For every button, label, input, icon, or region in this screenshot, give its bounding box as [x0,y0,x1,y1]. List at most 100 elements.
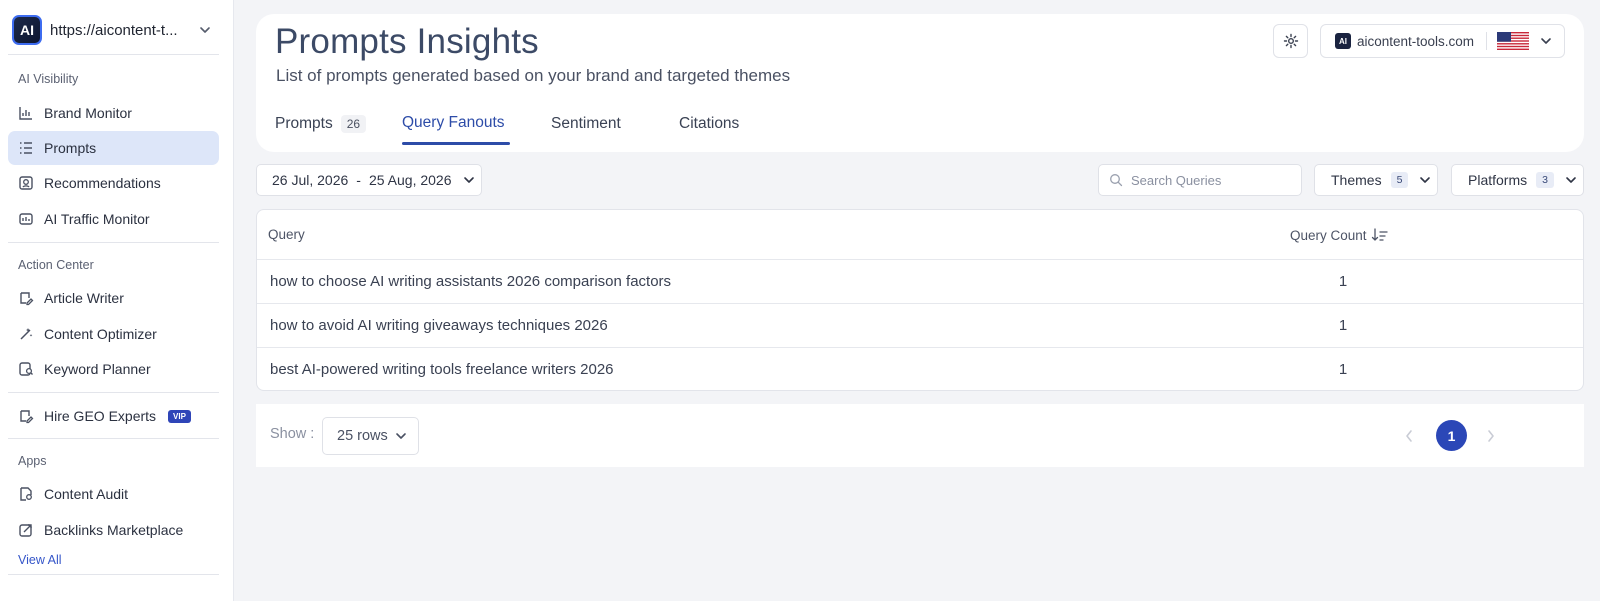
sidebar-item-brand-monitor[interactable]: Brand Monitor [8,96,219,130]
sidebar-item-label: Recommendations [44,175,161,191]
traffic-monitor-icon [18,211,34,227]
table-row[interactable]: how to choose AI writing assistants 2026… [257,260,1583,304]
hire-experts-icon [18,408,34,424]
recommendations-icon [18,175,34,191]
chevron-down-icon [463,177,474,183]
sidebar-item-label: Prompts [44,140,97,156]
query-cell: how to avoid AI writing giveaways techni… [270,317,608,334]
chevron-down-icon [200,27,210,33]
sidebar-item-prompts[interactable]: Prompts [8,131,219,165]
sidebar-item-backlinks-marketplace[interactable]: Backlinks Marketplace [8,513,219,547]
platforms-count-badge: 3 [1536,172,1554,188]
column-header-query-count[interactable]: Query Count [1290,227,1389,243]
current-page-button[interactable]: 1 [1436,420,1467,451]
platforms-filter-button[interactable]: Platforms 3 [1451,164,1584,196]
platforms-label: Platforms [1468,172,1528,188]
tab-query-fanouts[interactable]: Query Fanouts [402,114,505,132]
sidebar-item-ai-traffic-monitor[interactable]: AI Traffic Monitor [8,202,219,236]
workspace-switcher[interactable]: AI https://aicontent-t... [12,14,220,46]
tab-label: Citations [679,115,740,132]
page-title: Prompts Insights [275,22,539,61]
chevron-down-icon [1420,177,1431,183]
count-cell: 1 [1338,317,1348,334]
chevron-down-icon [395,433,406,439]
workspace-name: https://aicontent-t... [50,21,178,39]
date-end: 25 Aug, 2026 [368,172,452,188]
tab-label: Sentiment [551,115,621,132]
date-start: 26 Jul, 2026 [272,172,349,188]
query-cell: how to choose AI writing assistants 2026… [270,273,672,290]
workspace-logo: AI [12,15,42,45]
tab-label: Prompts [275,115,333,132]
sidebar-item-content-audit[interactable]: Content Audit [8,477,219,511]
backlinks-icon [18,522,34,538]
gear-icon [1283,33,1298,49]
domain-name: aicontent-tools.com [1357,33,1475,49]
search-queries-field[interactable] [1098,164,1302,196]
chevron-down-icon [1541,38,1551,44]
tab-citations[interactable]: Citations [679,115,739,133]
search-icon [1110,174,1123,187]
sidebar-item-label: Hire GEO Experts [44,408,157,424]
page-subtitle: List of prompts generated based on your … [276,66,791,85]
sidebar: AI https://aicontent-t... AI Visibility … [0,0,234,601]
active-tab-indicator [402,142,510,145]
themes-filter-button[interactable]: Themes 5 [1314,164,1438,196]
themes-count-badge: 5 [1390,172,1409,188]
table-row[interactable]: how to avoid AI writing giveaways techni… [257,304,1583,348]
tab-sentiment[interactable]: Sentiment [551,115,621,133]
sidebar-item-label: Content Audit [44,486,129,502]
tab-count-badge: 26 [340,115,367,133]
sidebar-item-label: Brand Monitor [44,105,132,121]
query-cell: best AI-powered writing tools freelance … [270,361,614,378]
settings-button[interactable] [1273,24,1308,58]
domain-selector[interactable]: AI aicontent-tools.com [1320,24,1565,58]
divider [1486,32,1488,50]
column-header-query: Query [268,227,305,242]
column-header-label: Query Count [1290,227,1367,243]
keyword-planner-icon [18,361,34,377]
sidebar-item-hire-geo-experts[interactable]: Hire GEO Experts VIP [8,399,219,433]
chevron-down-icon [1566,177,1576,183]
tab-label: Query Fanouts [402,114,505,131]
count-cell: 1 [1338,273,1348,290]
pagination-bar: Show : 25 rows 1 [256,404,1584,467]
date-range-picker[interactable]: 26 Jul, 2026 - 25 Aug, 2026 [256,164,482,196]
section-label-apps: Apps [18,454,47,468]
rows-per-page-select[interactable]: 25 rows [322,417,419,455]
page-header: Prompts Insights List of prompts generat… [256,14,1584,152]
sidebar-item-label: Backlinks Marketplace [44,522,184,538]
previous-page-button[interactable] [1399,424,1419,448]
content-audit-icon [18,486,34,502]
count-cell: 1 [1338,361,1348,378]
sidebar-item-label: AI Traffic Monitor [44,211,150,227]
divider [8,54,219,55]
themes-label: Themes [1331,172,1382,188]
tab-prompts[interactable]: Prompts 26 [275,115,367,133]
table-row[interactable]: best AI-powered writing tools freelance … [257,348,1583,390]
sidebar-item-label: Article Writer [44,290,124,306]
sidebar-item-article-writer[interactable]: Article Writer [8,281,219,315]
magic-wand-icon [18,326,34,342]
search-input[interactable] [1131,172,1291,188]
rows-per-page-value: 25 rows [337,428,388,444]
view-all-link[interactable]: View All [18,553,62,567]
sidebar-item-content-optimizer[interactable]: Content Optimizer [8,317,219,351]
show-label: Show : [270,426,315,442]
vip-badge: VIP [168,409,191,423]
sidebar-item-recommendations[interactable]: Recommendations [8,166,219,200]
next-page-button[interactable] [1481,424,1501,448]
sidebar-item-keyword-planner[interactable]: Keyword Planner [8,352,219,386]
section-label-ai-visibility: AI Visibility [18,72,79,86]
article-writer-icon [18,290,34,306]
sidebar-item-label: Content Optimizer [44,326,157,342]
sort-icon [1371,228,1388,241]
divider [8,242,219,243]
chevron-left-icon [1406,430,1412,442]
bar-chart-icon [18,105,34,121]
us-flag-icon [1497,32,1530,50]
chevron-right-icon [1488,430,1494,442]
divider [8,438,219,439]
table-header: Query Query Count [257,210,1583,260]
date-separator: - [356,172,361,188]
